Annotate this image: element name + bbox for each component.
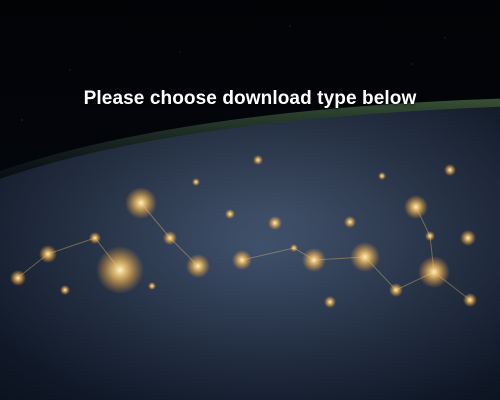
page-title: Please choose download type below [83, 88, 417, 109]
earth-night-icon [0, 98, 500, 400]
download-type-screen: Please choose download type below [0, 0, 500, 400]
